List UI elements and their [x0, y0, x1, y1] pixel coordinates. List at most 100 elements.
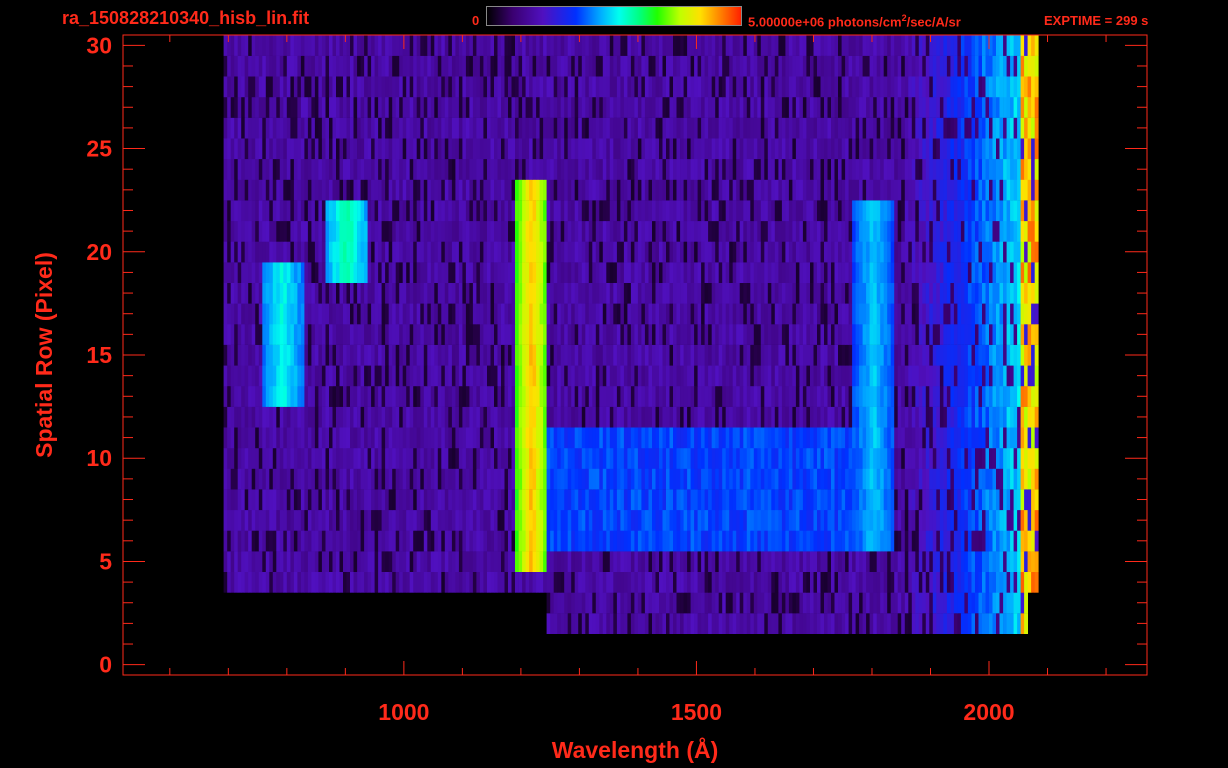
- heatmap-cell: [669, 241, 674, 263]
- heatmap-cell: [831, 179, 835, 201]
- heatmap-cell: [697, 489, 702, 511]
- heatmap-cell: [367, 282, 372, 304]
- heatmap-cell: [859, 386, 863, 407]
- heatmap-cell: [655, 324, 660, 345]
- heatmap-cell: [1017, 551, 1021, 572]
- heatmap-cell: [936, 241, 941, 263]
- heatmap-cell: [332, 509, 337, 531]
- heatmap-cell: [346, 303, 351, 325]
- heatmap-cell: [300, 365, 305, 387]
- heatmap-cell: [1003, 468, 1007, 490]
- heatmap-cell: [669, 303, 674, 325]
- heatmap-cell: [641, 571, 646, 593]
- heatmap-cell: [743, 220, 748, 242]
- heatmap-cell: [230, 530, 235, 552]
- heatmap-cell: [483, 179, 488, 201]
- heatmap-cell: [883, 468, 888, 490]
- heatmap-cell: [522, 530, 526, 552]
- heatmap-cell: [511, 365, 516, 387]
- heatmap-cell: [314, 179, 319, 201]
- heatmap-cell: [932, 613, 937, 634]
- heatmap-cell: [708, 282, 712, 304]
- heatmap-cell: [925, 592, 930, 614]
- heatmap-cell: [321, 158, 326, 180]
- heatmap-cell: [585, 365, 590, 387]
- heatmap-cell: [662, 447, 667, 469]
- heatmap-cell: [346, 324, 351, 345]
- heatmap-cell: [757, 344, 762, 366]
- heatmap-cell: [307, 158, 312, 180]
- heatmap-cell: [339, 571, 344, 593]
- heatmap-cell: [413, 200, 418, 222]
- heatmap-cell: [430, 303, 435, 325]
- heatmap-cell: [613, 489, 618, 511]
- heatmap-cell: [683, 262, 688, 283]
- heatmap-cell: [318, 571, 323, 593]
- heatmap-cell: [244, 344, 249, 366]
- heatmap-cell: [690, 592, 695, 614]
- heatmap-cell: [736, 551, 741, 572]
- heatmap-cell: [283, 509, 288, 531]
- heatmap-cell: [402, 344, 407, 366]
- heatmap-cell: [413, 158, 418, 180]
- heatmap-cell: [669, 592, 674, 614]
- heatmap-cell: [588, 262, 593, 283]
- heatmap-cell: [897, 592, 902, 614]
- heatmap-cell: [293, 447, 298, 469]
- heatmap-cell: [300, 200, 305, 222]
- heatmap-cell: [455, 158, 460, 180]
- heatmap-cell: [925, 179, 930, 201]
- heatmap-cell: [852, 509, 856, 531]
- heatmap-cell: [483, 262, 488, 283]
- heatmap-cell: [732, 551, 737, 572]
- heatmap-cell: [634, 344, 639, 366]
- heatmap-cell: [227, 158, 232, 180]
- heatmap-cell: [269, 551, 274, 572]
- heatmap-cell: [406, 344, 411, 366]
- heatmap-cell: [385, 571, 389, 593]
- heatmap-cell: [1017, 386, 1021, 407]
- heatmap-cell: [683, 324, 688, 345]
- heatmap-cell: [494, 303, 498, 325]
- heatmap-cell: [918, 530, 923, 552]
- heatmap-cell: [532, 262, 537, 283]
- heatmap-cell: [704, 530, 709, 552]
- heatmap-cell: [381, 262, 386, 283]
- heatmap-cell: [648, 613, 653, 634]
- heatmap-cell: [378, 468, 382, 490]
- heatmap-cell: [223, 158, 228, 180]
- heatmap-cell: [420, 571, 425, 593]
- heatmap-cell: [525, 324, 530, 345]
- heatmap-cell: [409, 509, 414, 531]
- heatmap-cell: [581, 220, 586, 242]
- heatmap-cell: [845, 509, 849, 531]
- heatmap-cell: [223, 241, 228, 263]
- heatmap-cell: [599, 220, 604, 242]
- heatmap-cell: [248, 489, 253, 511]
- heatmap-cell: [546, 241, 551, 263]
- heatmap-cell: [332, 551, 337, 572]
- heatmap-cell: [680, 386, 684, 407]
- heatmap-cell: [897, 303, 902, 325]
- heatmap-cell: [371, 489, 375, 511]
- heatmap-cell: [311, 344, 316, 366]
- heatmap-cell: [564, 427, 569, 449]
- heatmap-cell: [227, 220, 232, 242]
- heatmap-cell: [353, 447, 358, 469]
- heatmap-cell: [304, 489, 309, 511]
- heatmap-cell: [781, 303, 786, 325]
- heatmap-cell: [736, 613, 741, 634]
- heatmap-cell: [602, 592, 607, 614]
- heatmap-cell: [564, 406, 569, 428]
- heatmap-cell: [269, 489, 274, 511]
- heatmap-cell: [1017, 447, 1021, 469]
- heatmap-cell: [736, 262, 741, 283]
- heatmap-cell: [922, 179, 927, 201]
- heatmap-cell: [343, 386, 347, 407]
- heatmap-cell: [448, 179, 453, 201]
- heatmap-cell: [845, 200, 849, 222]
- heatmap-cell: [795, 447, 800, 469]
- heatmap-cell: [413, 447, 418, 469]
- heatmap-cell: [662, 530, 667, 552]
- heatmap-cell: [1006, 592, 1011, 614]
